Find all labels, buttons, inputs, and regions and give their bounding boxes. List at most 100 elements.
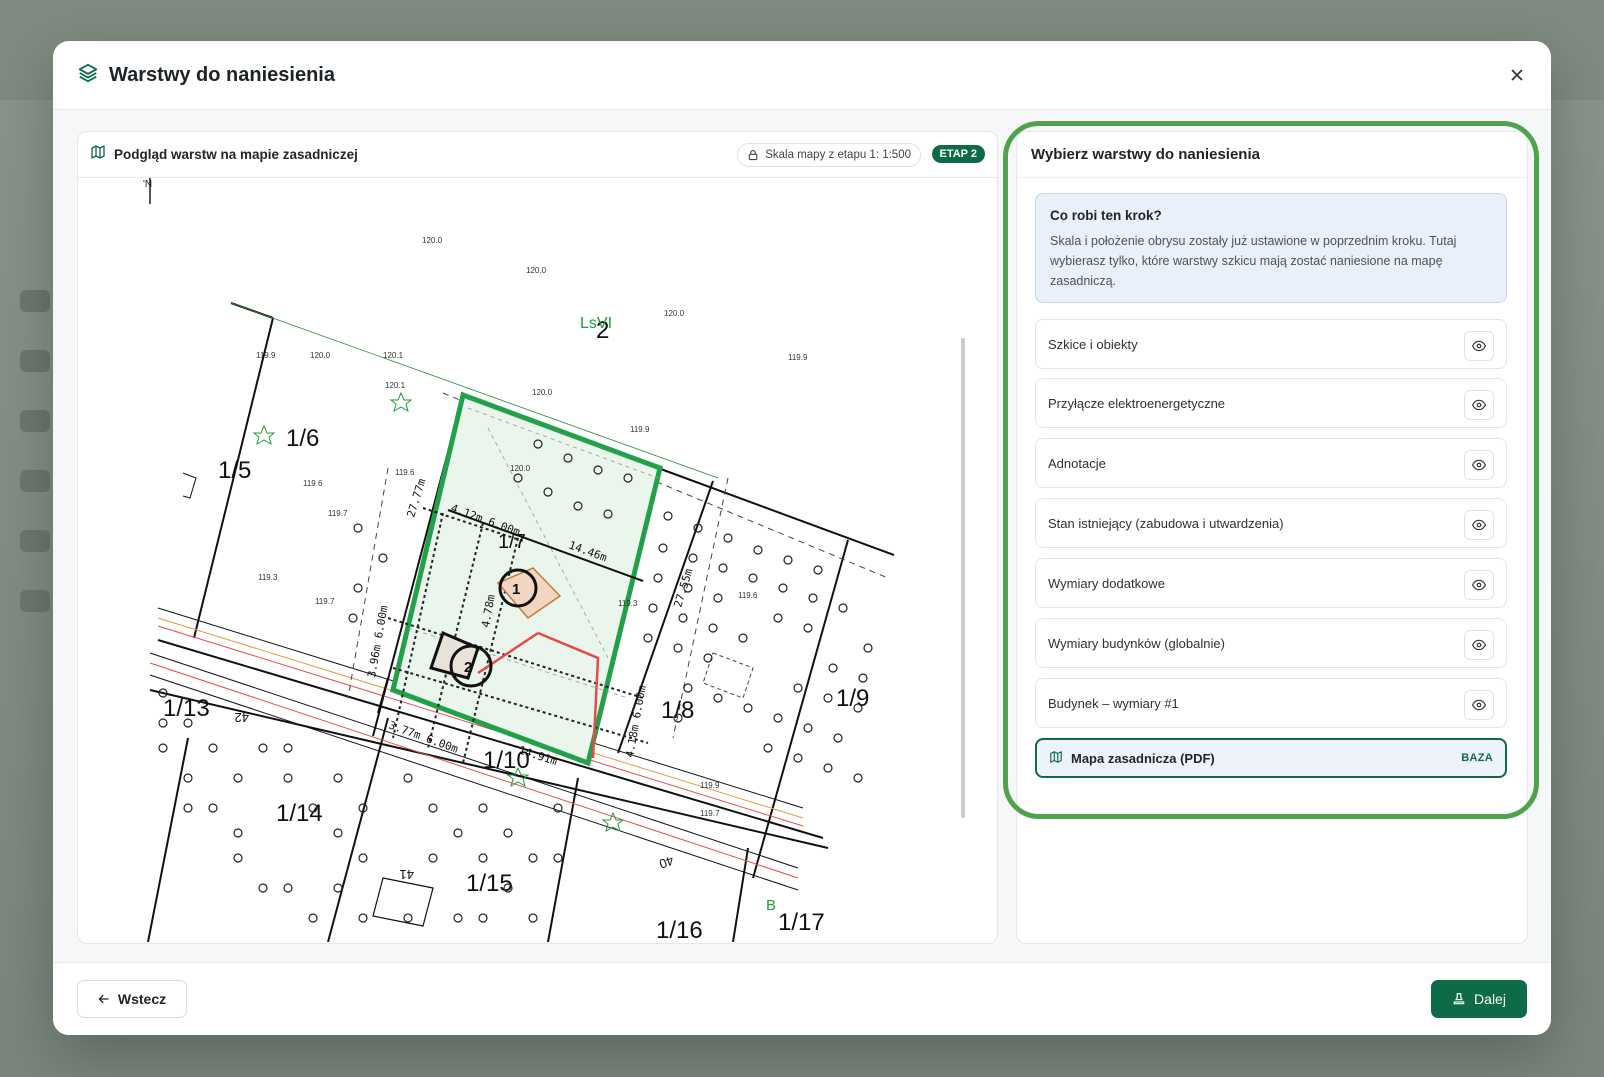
svg-text:1/8: 1/8 [661,697,694,724]
backdrop-item [20,470,50,492]
layer-label: Wymiary dodatkowe [1048,575,1165,591]
eye-toggle-button[interactable] [1464,331,1494,361]
layer-item[interactable]: Budynek – wymiary #1 [1035,678,1507,728]
svg-text:1/7: 1/7 [498,531,526,553]
svg-text:1/14: 1/14 [276,800,323,827]
svg-text:3.77m 6.00m: 3.77m 6.00m [387,719,460,756]
modal-footer: Wstecz Dalej [53,962,1551,1035]
layer-label: Adnotacje [1048,455,1106,471]
layers-panel-title: Wybierz warstwy do naniesienia [1017,132,1527,178]
svg-text:1/17: 1/17 [778,909,825,936]
svg-text:1/9: 1/9 [836,685,869,712]
svg-text:119.3: 119.3 [258,573,278,582]
backdrop-item [20,590,50,612]
svg-text:119.7: 119.7 [315,597,335,606]
svg-text:120.0: 120.0 [510,464,531,473]
svg-text:120.1: 120.1 [383,351,404,360]
preview-title: Podgląd warstw na mapie zasadniczej [114,147,358,162]
svg-text:3.96m 6.00m: 3.96m 6.00m [365,604,391,678]
svg-text:42: 42 [235,710,249,725]
svg-text:120.0: 120.0 [526,266,547,275]
svg-text:120.1: 120.1 [385,381,406,390]
layer-item[interactable]: Wymiary budynków (globalnie) [1035,618,1507,668]
svg-text:119.7: 119.7 [700,809,720,818]
eye-icon [1472,639,1486,651]
eye-icon [1472,459,1486,471]
svg-text:1/15: 1/15 [466,870,513,897]
svg-text:119.9: 119.9 [788,353,808,362]
eye-toggle-button[interactable] [1464,510,1494,540]
layer-item[interactable]: Stan istniejący (zabudowa i utwardzenia) [1035,498,1507,548]
svg-text:119.6: 119.6 [738,591,758,600]
arrow-left-icon [98,994,109,1004]
map-preview[interactable]: 'N 1 2 4.12m 6.00m 14.46m 27.77m 27.55m … [88,178,968,942]
layer-label: Stan istniejący (zabudowa i utwardzenia) [1048,515,1284,531]
backdrop-item [20,530,50,552]
svg-text:1/13: 1/13 [163,695,210,722]
layer-item[interactable]: Wymiary dodatkowe [1035,558,1507,608]
svg-text:119.6: 119.6 [395,468,415,477]
map-icon [90,144,106,165]
svg-text:120.0: 120.0 [664,309,685,318]
layer-label: Szkice i obiekty [1048,336,1138,352]
modal-body: Podgląd warstw na mapie zasadniczej Skal… [53,110,1551,963]
scale-pill: Skala mapy z etapu 1: 1:500 [737,143,921,167]
svg-text:1/16: 1/16 [656,917,703,942]
eye-icon [1472,340,1486,352]
eye-icon [1472,699,1486,711]
eye-toggle-button[interactable] [1464,450,1494,480]
stamp-icon [1453,993,1465,1005]
layer-label: Budynek – wymiary #1 [1048,695,1179,711]
lock-icon [748,149,758,161]
preview-header: Podgląd warstw na mapie zasadniczej Skal… [78,132,997,178]
layers-panel: Wybierz warstwy do naniesienia Co robi t… [1016,131,1528,944]
svg-text:40: 40 [657,853,676,872]
layer-item[interactable]: Szkice i obiekty [1035,319,1507,369]
svg-text:1/5: 1/5 [218,457,251,484]
layers-icon [77,62,99,89]
svg-text:120.0: 120.0 [310,351,331,360]
preview-panel: Podgląd warstw na mapie zasadniczej Skal… [77,131,998,944]
svg-text:4.18m 6.00m: 4.18m 6.00m [623,684,649,758]
layers-modal: Warstwy do naniesienia Podgląd warstw na… [53,41,1551,1035]
svg-text:120.0: 120.0 [532,388,553,397]
svg-text:41: 41 [400,867,414,882]
svg-text:119.3: 119.3 [618,599,638,608]
eye-toggle-button[interactable] [1464,690,1494,720]
svg-text:'N: 'N [143,179,152,190]
layer-item[interactable]: Przyłącze elektroenergetyczne [1035,378,1507,428]
backdrop-item [20,350,50,372]
svg-text:B: B [766,897,776,914]
svg-text:119.9: 119.9 [256,351,276,360]
svg-text:119.7: 119.7 [328,509,348,518]
back-button-label: Wstecz [117,991,167,1007]
back-button[interactable]: Wstecz [77,980,187,1018]
map-icon [1049,750,1063,767]
modal-title: Warstwy do naniesienia [109,63,335,86]
scale-label: Skala mapy z etapu 1: 1:500 [765,149,911,161]
backdrop-item [20,290,50,312]
svg-text:120.0: 120.0 [422,236,443,245]
eye-toggle-button[interactable] [1464,570,1494,600]
close-button[interactable] [1505,63,1529,87]
info-text: Skala i położenie obrysu zostały już ust… [1050,234,1457,288]
svg-text:27.77m: 27.77m [404,477,428,519]
layer-label: Przyłącze elektroenergetyczne [1048,395,1226,411]
svg-text:119.9: 119.9 [630,425,650,434]
svg-text:119.6: 119.6 [303,479,323,488]
info-heading: Co robi ten krok? [1050,208,1162,223]
info-box: Co robi ten krok? Skala i położenie obry… [1035,193,1507,303]
layer-label: Wymiary budynków (globalnie) [1048,635,1225,651]
eye-toggle-button[interactable] [1464,630,1494,660]
eye-icon [1472,579,1486,591]
svg-text:1/6: 1/6 [286,425,319,452]
next-button[interactable]: Dalej [1431,980,1527,1018]
base-layer-item[interactable]: Mapa zasadnicza (PDF) BAZA [1035,738,1507,778]
svg-text:119.9: 119.9 [700,781,720,790]
eye-toggle-button[interactable] [1464,390,1494,420]
svg-text:1/10: 1/10 [483,747,530,774]
svg-text:2: 2 [464,659,472,676]
layer-item[interactable]: Adnotacje [1035,438,1507,488]
eye-icon [1472,519,1486,531]
map-scrollbar[interactable] [961,338,965,818]
